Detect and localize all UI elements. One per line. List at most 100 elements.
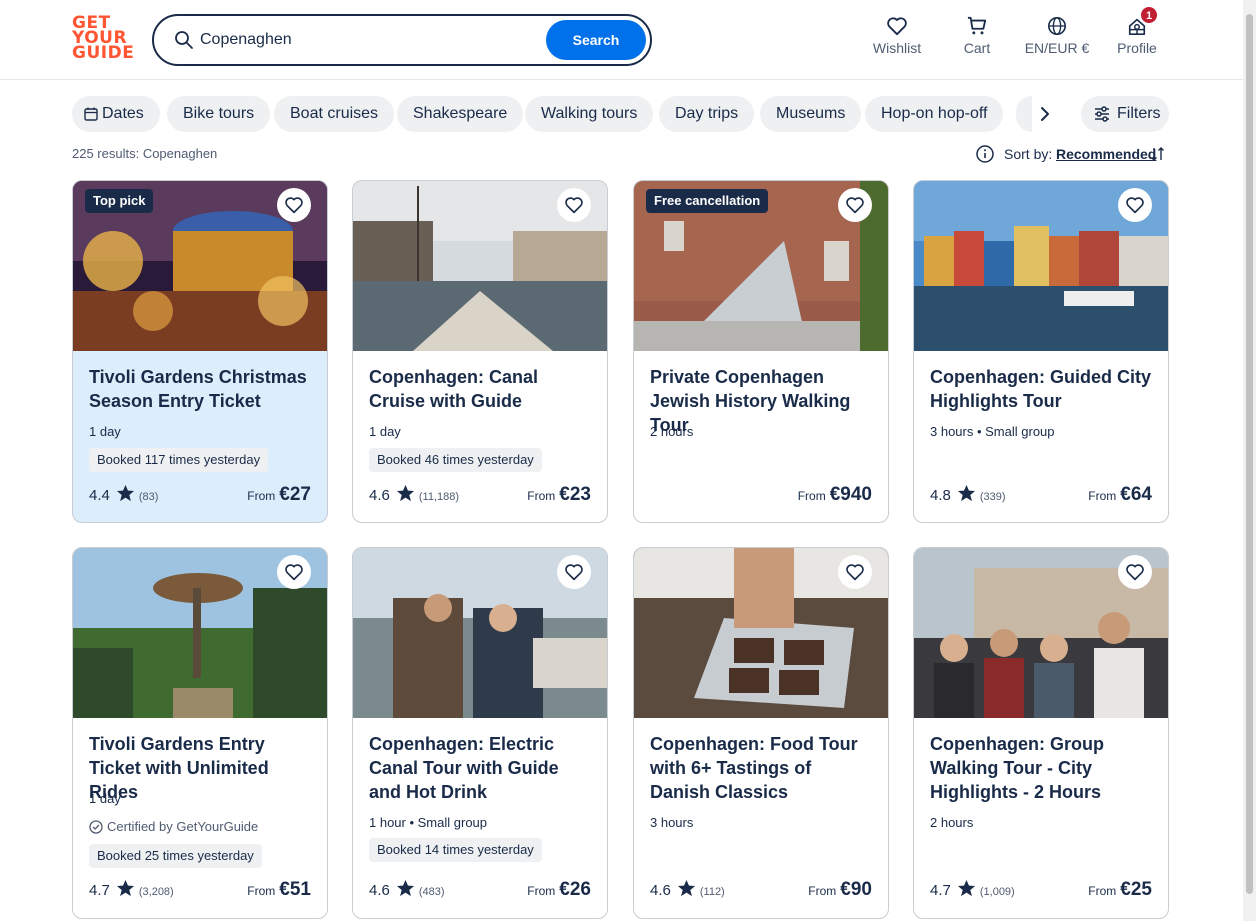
heart-icon — [284, 196, 304, 214]
card-price: From €25 — [1088, 879, 1152, 901]
card-title[interactable]: Copenhagen: Guided City Highlights Tour — [930, 365, 1154, 413]
card-duration: 1 hour • Small group — [369, 815, 488, 830]
star-icon — [396, 484, 415, 503]
chip-museums[interactable]: Museums — [760, 96, 862, 132]
wishlist-button[interactable] — [557, 555, 591, 589]
wishlist-button[interactable] — [1118, 188, 1152, 222]
star-icon — [396, 879, 415, 898]
wishlist-button[interactable] — [277, 555, 311, 589]
nav-cart-label: Cart — [963, 40, 991, 56]
search-bar: Search — [152, 14, 652, 66]
star-icon — [677, 879, 696, 898]
card-title[interactable]: Copenhagen: Group Walking Tour - City Hi… — [930, 732, 1154, 804]
card-duration: 3 hours • Small group — [930, 424, 1055, 439]
price-from-label: From — [797, 489, 826, 503]
sort-value[interactable]: Recommended — [1056, 146, 1156, 162]
activity-card[interactable]: Copenhagen: Group Walking Tour - City Hi… — [913, 547, 1169, 919]
wishlist-button[interactable] — [277, 188, 311, 222]
nav-cart[interactable]: Cart — [957, 14, 997, 64]
sliders-icon — [1095, 106, 1109, 122]
price-value: €26 — [559, 879, 591, 900]
results-count: 225 results: Copenaghen — [72, 146, 218, 161]
search-input[interactable] — [200, 26, 540, 54]
heart-icon — [564, 196, 584, 214]
activity-card[interactable]: Tivoli Gardens Entry Ticket with Unlimit… — [72, 547, 328, 919]
chip-day-trips[interactable]: Day trips — [659, 96, 755, 132]
price-value: €51 — [279, 879, 311, 900]
card-duration: 1 day — [369, 424, 401, 439]
sort-control[interactable]: Sort by: Recommended — [976, 144, 1170, 164]
card-rating: 4.4 (83) — [89, 484, 158, 506]
chip-walking-tours[interactable]: Walking tours — [525, 96, 654, 132]
page-scrollbar[interactable] — [1243, 0, 1256, 921]
nav-language-currency[interactable]: EN/EUR € — [1020, 14, 1094, 64]
price-from-label: From — [527, 489, 556, 503]
top-header: GET YOUR GUIDE Search Wishlist Cart EN/E… — [0, 0, 1256, 80]
card-title[interactable]: Copenhagen: Food Tour with 6+ Tastings o… — [650, 732, 874, 804]
search-icon — [175, 31, 193, 49]
activity-card[interactable]: Copenhagen: Electric Canal Tour with Gui… — [352, 547, 608, 919]
chevron-right-icon[interactable] — [1035, 104, 1055, 124]
card-duration: 1 day — [89, 791, 121, 806]
activity-card[interactable]: Copenhagen: Canal Cruise with Guide 1 da… — [352, 180, 608, 523]
wishlist-button[interactable] — [838, 188, 872, 222]
calendar-icon — [84, 107, 98, 121]
card-rating: 4.8 (339) — [930, 484, 1006, 506]
rating-value: 4.6 — [369, 882, 390, 899]
card-title[interactable]: Copenhagen: Electric Canal Tour with Gui… — [369, 732, 593, 804]
card-title[interactable]: Copenhagen: Canal Cruise with Guide — [369, 365, 593, 413]
card-rating: 4.7 (3,208) — [89, 879, 174, 901]
nav-profile-label: Profile — [1117, 40, 1157, 56]
check-circle-icon — [89, 820, 103, 834]
heart-icon — [1125, 563, 1145, 581]
chip-overflow-fade — [1016, 96, 1032, 132]
booked-badge: Booked 46 times yesterday — [369, 448, 542, 472]
card-price: From €90 — [808, 879, 872, 901]
booked-badge: Booked 14 times yesterday — [369, 838, 542, 862]
price-value: €23 — [559, 484, 591, 505]
chip-shakespeare[interactable]: Shakespeare — [397, 96, 524, 132]
wishlist-button[interactable] — [557, 188, 591, 222]
card-rating: 4.7 (1,009) — [930, 879, 1015, 901]
activity-card[interactable]: Copenhagen: Guided City Highlights Tour … — [913, 180, 1169, 523]
logo-line-3: GUIDE — [72, 43, 135, 63]
filters-button[interactable]: Filters — [1081, 96, 1169, 132]
filters-label: Filters — [1117, 105, 1161, 122]
nav-profile[interactable]: 1 Profile — [1112, 6, 1162, 64]
card-price: From €27 — [247, 484, 311, 506]
price-value: €25 — [1120, 879, 1152, 900]
activity-card[interactable]: Free cancellation Private Copenhagen Jew… — [633, 180, 889, 523]
getyourguide-logo[interactable]: GET YOUR GUIDE — [72, 15, 135, 64]
chip-dates[interactable]: Dates — [72, 96, 160, 132]
nav-wishlist[interactable]: Wishlist — [872, 14, 922, 64]
chip-bike-tours[interactable]: Bike tours — [167, 96, 271, 132]
booked-badge: Booked 117 times yesterday — [89, 448, 269, 472]
scrollbar-thumb[interactable] — [1246, 14, 1253, 894]
card-title[interactable]: Tivoli Gardens Entry Ticket with Unlimit… — [89, 732, 313, 804]
price-value: €90 — [840, 879, 872, 900]
wishlist-button[interactable] — [838, 555, 872, 589]
price-from-label: From — [247, 489, 276, 503]
top-pick-tag: Top pick — [85, 189, 154, 213]
activity-card[interactable]: Copenhagen: Food Tour with 6+ Tastings o… — [633, 547, 889, 919]
sort-label: Sort by: — [1004, 146, 1053, 162]
card-rating: 4.6 (11,188) — [369, 484, 459, 506]
wishlist-button[interactable] — [1118, 555, 1152, 589]
price-from-label: From — [247, 884, 276, 898]
star-icon — [116, 484, 135, 503]
search-button[interactable]: Search — [546, 20, 646, 60]
info-icon[interactable] — [976, 145, 994, 163]
card-rating: 4.6 (483) — [369, 879, 445, 901]
activity-card[interactable]: Top pick Tivoli Gardens Christmas Season… — [72, 180, 328, 523]
card-rating: 4.6 (112) — [650, 879, 725, 901]
chip-boat-cruises[interactable]: Boat cruises — [274, 96, 395, 132]
price-value: €940 — [829, 484, 872, 505]
heart-icon — [1125, 196, 1145, 214]
heart-icon — [887, 17, 907, 36]
card-price: From €940 — [798, 484, 872, 506]
card-title[interactable]: Tivoli Gardens Christmas Season Entry Ti… — [89, 365, 313, 413]
sort-arrows-icon[interactable] — [1150, 145, 1166, 163]
chip-hop-on-hop-off[interactable]: Hop-on hop-off — [865, 96, 1004, 132]
rating-value: 4.6 — [369, 487, 390, 504]
globe-icon — [1048, 17, 1066, 35]
